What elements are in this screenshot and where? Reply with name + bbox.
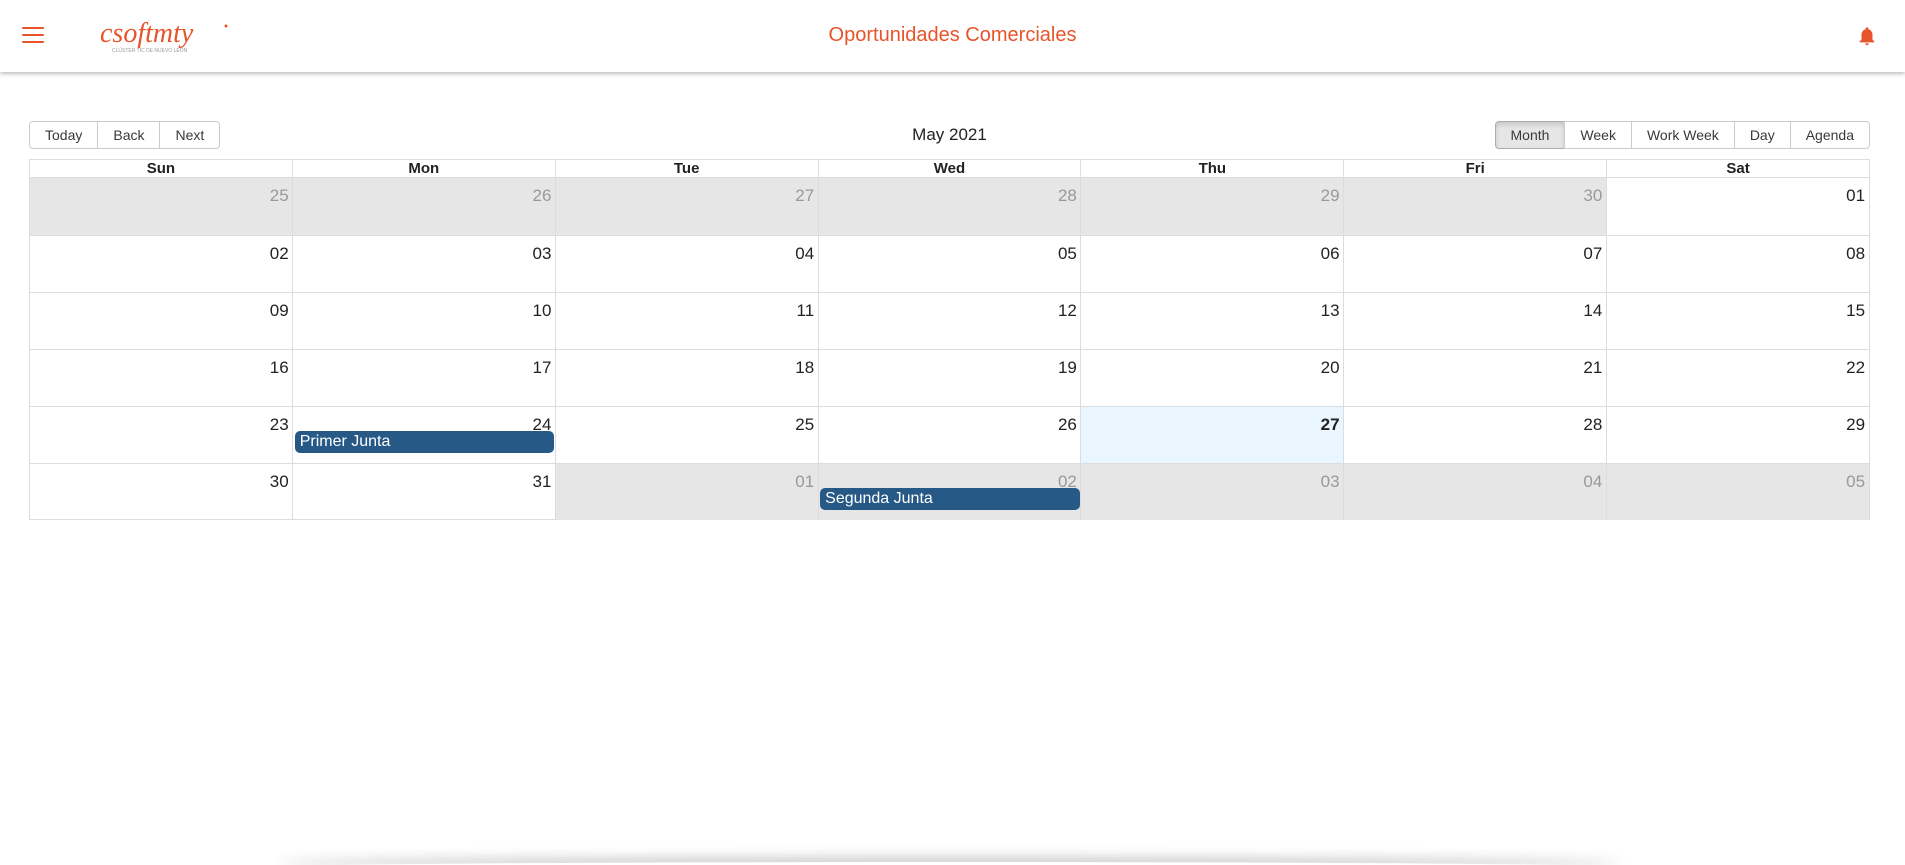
day-number[interactable]: 28: [818, 178, 1081, 206]
day-number[interactable]: 03: [1081, 464, 1344, 492]
day-number[interactable]: 26: [818, 407, 1081, 435]
calendar-event[interactable]: Segunda Junta: [820, 488, 1080, 510]
week-row: 30 31 01 02 03 04 05 Segunda Junta: [30, 463, 1870, 520]
day-number[interactable]: 20: [1081, 350, 1344, 378]
weekday-header-cell: Thu: [1080, 160, 1343, 177]
day-number[interactable]: 27: [555, 178, 818, 206]
week-row: 25 26 27 28 29 30 01: [30, 178, 1869, 235]
weekday-header-cell: Sun: [146, 160, 176, 177]
app-bar: csoftmty CLÚSTER TIC DE NUEVO LEÓN Oport…: [0, 0, 1905, 72]
week-date-numbers: 02 03 04 05 06 07 08: [30, 236, 1869, 264]
day-number[interactable]: 16: [30, 350, 293, 378]
day-number[interactable]: 21: [1344, 350, 1607, 378]
svg-text:CLÚSTER TIC DE NUEVO LEÓN: CLÚSTER TIC DE NUEVO LEÓN: [112, 47, 188, 54]
next-button[interactable]: Next: [159, 121, 221, 149]
day-number[interactable]: 26: [293, 178, 556, 206]
agenda-view-button[interactable]: Agenda: [1789, 121, 1870, 149]
day-number[interactable]: 10: [293, 293, 556, 321]
day-number[interactable]: 23: [30, 407, 293, 435]
day-number[interactable]: 12: [818, 293, 1081, 321]
weekday-header-cell: Fri: [1343, 160, 1606, 177]
day-number[interactable]: 18: [555, 350, 818, 378]
day-number[interactable]: 29: [1606, 407, 1869, 435]
day-number[interactable]: 28: [1344, 407, 1607, 435]
day-view-button[interactable]: Day: [1733, 121, 1791, 149]
day-number[interactable]: 15: [1606, 293, 1869, 321]
day-number[interactable]: 01: [1606, 178, 1869, 206]
day-number[interactable]: 04: [1344, 464, 1607, 492]
month-label: May 2021: [912, 125, 987, 144]
day-number[interactable]: 05: [818, 236, 1081, 264]
day-number[interactable]: 25: [30, 178, 293, 206]
nav-button-group: Today Back Next: [29, 121, 221, 149]
week-view-button[interactable]: Week: [1564, 121, 1632, 149]
day-number[interactable]: 30: [30, 464, 293, 492]
day-number[interactable]: 25: [555, 407, 818, 435]
week-row: 16 17 18 19 20 21 22: [30, 349, 1869, 406]
day-number[interactable]: 19: [818, 350, 1081, 378]
weekday-header-cell: Mon: [291, 160, 555, 177]
weekday-header-cell: Wed: [817, 160, 1081, 177]
day-number[interactable]: 07: [1344, 236, 1607, 264]
day-number[interactable]: 03: [293, 236, 556, 264]
day-number[interactable]: 27: [1081, 407, 1344, 435]
week-row: 02 03 04 05 06 07 08: [30, 235, 1869, 292]
hamburger-menu-icon[interactable]: [22, 27, 44, 45]
view-button-group: Month Week Work Week Day Agenda: [1494, 121, 1870, 149]
day-number[interactable]: 22: [1606, 350, 1869, 378]
week-date-numbers: 09 10 11 12 13 14 15: [30, 293, 1869, 321]
day-number[interactable]: 30: [1344, 178, 1607, 206]
back-button[interactable]: Back: [97, 121, 161, 149]
weekday-header-cell: Sat: [1606, 160, 1869, 177]
day-number[interactable]: 02: [30, 236, 293, 264]
calendar-event[interactable]: Primer Junta: [294, 431, 555, 453]
week-date-numbers: 25 26 27 28 29 30 01: [30, 178, 1869, 206]
day-number[interactable]: 04: [555, 236, 818, 264]
month-view: Sun Mon Tue Wed Thu Fri Sat 25 26 27 28 29 30…: [29, 159, 1870, 520]
day-number[interactable]: 05: [1606, 464, 1869, 492]
day-number[interactable]: 29: [1081, 178, 1344, 206]
day-number[interactable]: 17: [293, 350, 556, 378]
day-number[interactable]: 08: [1606, 236, 1869, 264]
day-number[interactable]: 31: [293, 464, 556, 492]
day-number[interactable]: 01: [555, 464, 818, 492]
day-number[interactable]: 09: [30, 293, 293, 321]
weekday-header-cell: Tue: [554, 160, 818, 177]
day-number[interactable]: 14: [1344, 293, 1607, 321]
today-button[interactable]: Today: [29, 121, 99, 149]
weekday-header: Sun Mon Tue Wed Thu Fri Sat: [30, 160, 1869, 178]
calendar-toolbar: Today Back Next May 2021 Month Week Work…: [29, 121, 1870, 149]
page-title: Oportunidades Comerciales: [828, 24, 1077, 46]
csoftmty-logo: csoftmty CLÚSTER TIC DE NUEVO LEÓN: [100, 18, 228, 54]
week-row: 09 10 11 12 13 14 15: [30, 292, 1869, 349]
day-number[interactable]: 11: [555, 293, 818, 321]
day-number[interactable]: 06: [1081, 236, 1344, 264]
svg-text:csoftmty: csoftmty: [100, 18, 194, 49]
week-row: 23 24 25 26 27 28 29 Primer Junta: [30, 406, 1869, 463]
month-view-button[interactable]: Month: [1494, 121, 1566, 149]
weeks-container: 25 26 27 28 29 30 01 02 03 04 05 06 07 08 09 10 11 12 13 14…: [30, 178, 1870, 520]
bell-icon[interactable]: [1856, 24, 1878, 48]
work-week-view-button[interactable]: Work Week: [1630, 121, 1735, 149]
day-number[interactable]: 13: [1081, 293, 1344, 321]
week-date-numbers: 16 17 18 19 20 21 22: [30, 350, 1869, 378]
